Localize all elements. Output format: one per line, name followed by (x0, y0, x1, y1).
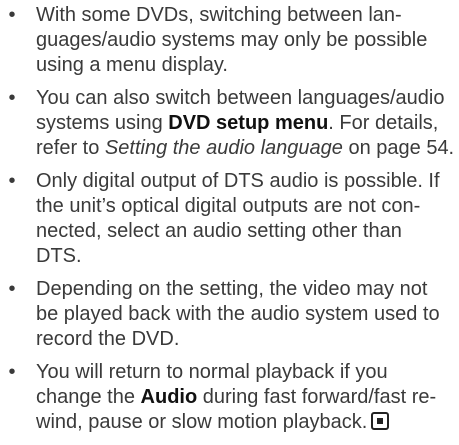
bullet-icon: • (8, 170, 16, 192)
audio-term: Audio (140, 386, 198, 408)
manual-page: • With some DVDs, switching between lan-… (0, 0, 459, 445)
list-item: • Depending on the setting, the video ma… (0, 277, 459, 352)
note-text-line: refer to Setting the audio language on p… (36, 136, 455, 161)
cross-reference-title: Setting the audio language (104, 137, 343, 159)
list-item: • You can also switch between languages/… (0, 86, 459, 161)
note-text-line: record the DVD. (36, 328, 180, 350)
bullet-icon: • (8, 361, 16, 383)
note-text-line: guages/audio systems may only be possibl… (36, 29, 428, 51)
list-item: • Only digital output of DTS audio is po… (0, 169, 459, 269)
bullet-icon: • (8, 87, 16, 109)
note-text-line: Only digital output of DTS audio is poss… (36, 170, 440, 192)
note-text: . For details, (328, 112, 439, 134)
note-text-line: wind, pause or slow motion playback. (36, 410, 453, 435)
list-item: • You will return to normal playback if … (0, 360, 459, 435)
bullet-icon: • (8, 4, 16, 26)
notes-list: • With some DVDs, switching between lan-… (0, 3, 459, 443)
note-text-line: using a menu display. (36, 54, 228, 76)
list-item: • With some DVDs, switching between lan-… (0, 3, 459, 78)
note-text-line: nected, select an audio setting other th… (36, 220, 402, 242)
dvd-setup-menu-term: DVD setup menu (168, 112, 329, 134)
note-text-line: With some DVDs, switching between lan- (36, 4, 402, 26)
note-text-line: You can also switch between languages/au… (36, 87, 445, 109)
note-text-line: change the Audio during fast forward/fas… (36, 385, 453, 410)
note-text-line: DTS. (36, 245, 82, 267)
stop-icon (371, 412, 390, 430)
note-text-line: You will return to normal playback if yo… (36, 361, 388, 383)
note-text-line: be played back with the audio system use… (36, 303, 440, 325)
note-text-line: systems using DVD setup menu. For detail… (36, 111, 453, 136)
note-text: wind, pause or slow motion playback. (36, 411, 368, 433)
note-text: refer to (36, 137, 105, 159)
bullet-icon: • (8, 278, 16, 300)
note-text: change the (36, 386, 141, 408)
note-text: systems using (36, 112, 169, 134)
note-text-line: the unit’s optical digital outputs are n… (36, 195, 421, 217)
note-text-line: Depending on the setting, the video may … (36, 278, 428, 300)
note-text: on page 54. (342, 137, 455, 159)
note-text: during fast forward/fast re- (197, 386, 437, 408)
